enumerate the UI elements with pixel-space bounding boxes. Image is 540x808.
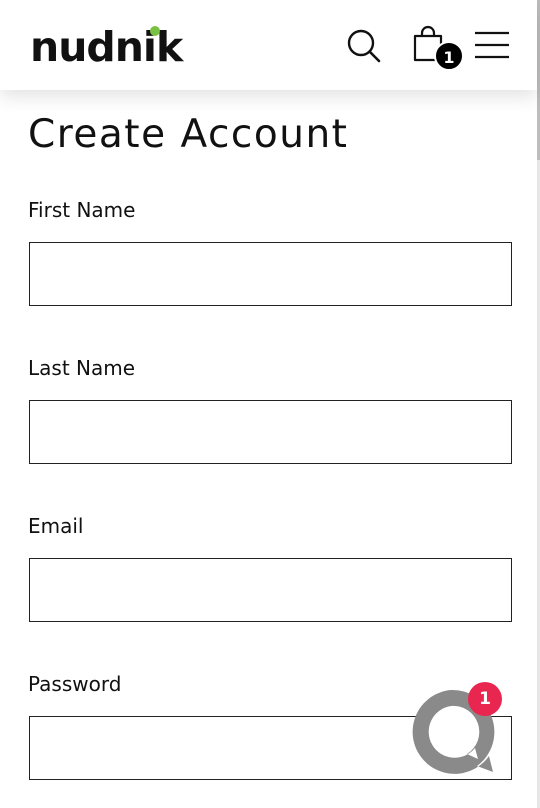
create-account-page: nudnik 1 Create Account First Name Last … [0,0,540,808]
page-title: Create Account [28,112,349,157]
first-name-label: First Name [28,198,136,222]
password-label: Password [28,672,122,696]
chat-notification-badge: 1 [468,682,502,716]
cart-button[interactable]: 1 [408,24,466,72]
menu-button[interactable] [472,28,512,62]
email-label: Email [28,514,84,538]
hamburger-menu-icon [475,31,509,59]
email-field[interactable] [29,558,512,622]
search-icon [347,29,381,63]
logo-accent-dot [150,26,160,36]
cart-count-badge: 1 [434,41,464,71]
search-button[interactable] [344,26,384,66]
site-header: nudnik 1 [0,0,537,90]
last-name-label: Last Name [28,356,136,380]
last-name-field[interactable] [29,400,512,464]
first-name-field[interactable] [29,242,512,306]
